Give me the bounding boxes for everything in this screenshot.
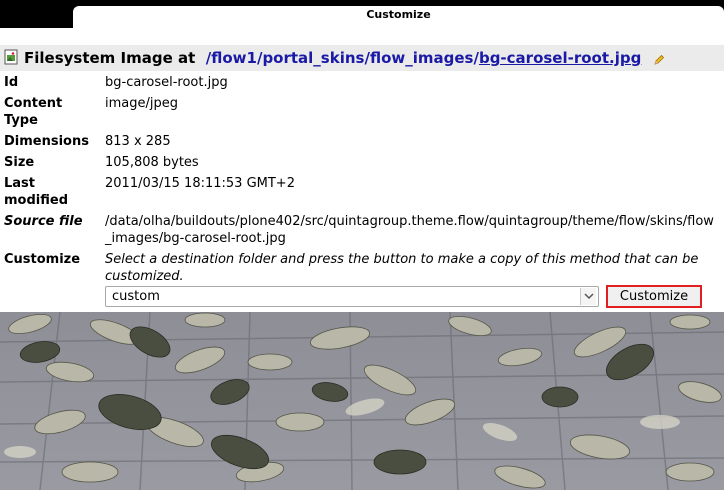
heading-prefix: Filesystem Image at bbox=[24, 49, 196, 67]
tab-underline bbox=[0, 28, 724, 40]
prop-label: Last modified bbox=[4, 176, 68, 208]
pencil-icon[interactable] bbox=[653, 54, 665, 66]
prop-value: image/jpeg bbox=[105, 96, 178, 111]
breadcrumb-portal-skins[interactable]: portal_skins bbox=[262, 49, 364, 67]
breadcrumb-root[interactable]: /flow1 bbox=[206, 49, 257, 67]
prop-value: bg-carosel-root.jpg bbox=[105, 75, 228, 90]
destination-folder-select[interactable]: custom bbox=[105, 286, 599, 307]
prop-label: Content Type bbox=[4, 96, 63, 128]
image-preview bbox=[0, 312, 724, 490]
tab-customize[interactable]: Customize bbox=[73, 6, 724, 28]
prop-label: Source file bbox=[4, 214, 83, 229]
prop-value: 2011/03/15 18:11:53 GMT+2 bbox=[105, 176, 295, 191]
tab-bar: Customize bbox=[0, 0, 724, 28]
prop-label: Size bbox=[4, 155, 35, 170]
select-value: custom bbox=[112, 289, 160, 304]
prop-label: Customize bbox=[4, 252, 81, 267]
breadcrumb-file[interactable]: bg-carosel-root.jpg bbox=[479, 49, 641, 67]
prop-value: 105,808 bytes bbox=[105, 155, 199, 170]
page-heading: Filesystem Image at /flow1/portal_skins/… bbox=[0, 45, 724, 71]
prop-label: Dimensions bbox=[4, 134, 89, 149]
tab-label: Customize bbox=[366, 8, 431, 21]
breadcrumb-flow-images[interactable]: flow_images bbox=[370, 49, 474, 67]
customize-hint: Select a destination folder and press th… bbox=[105, 252, 699, 284]
chevron-down-icon[interactable] bbox=[580, 288, 596, 305]
image-file-icon bbox=[4, 49, 18, 65]
leaves-photo bbox=[0, 312, 724, 490]
customize-button[interactable]: Customize bbox=[606, 285, 702, 308]
prop-label: Id bbox=[4, 75, 19, 90]
prop-value: /data/olha/buildouts/plone402/src/quinta… bbox=[105, 214, 714, 246]
prop-value: 813 x 285 bbox=[105, 134, 171, 149]
